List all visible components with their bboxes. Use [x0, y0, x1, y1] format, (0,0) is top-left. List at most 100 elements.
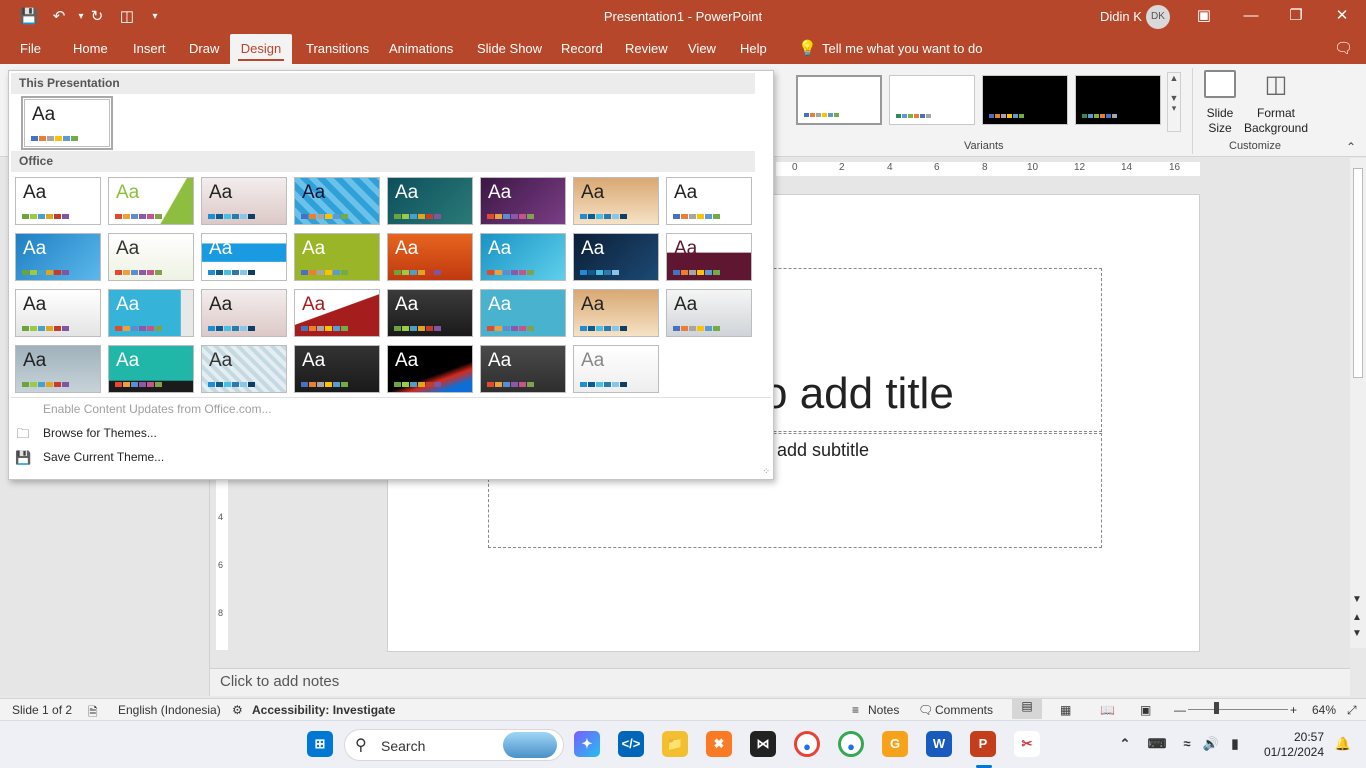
theme-thumbnail[interactable]: Aa	[294, 289, 380, 337]
theme-thumbnail[interactable]: Aa	[387, 177, 473, 225]
tab-animations[interactable]: Animations	[381, 34, 461, 64]
theme-thumbnail[interactable]: Aa	[108, 289, 194, 337]
notes-pane[interactable]: Click to add notes	[210, 668, 1350, 696]
theme-thumbnail[interactable]: Aa	[666, 233, 752, 281]
minimize-icon[interactable]: —	[1241, 6, 1261, 26]
notes-icon[interactable]: ≡	[852, 703, 859, 717]
vertical-scrollbar[interactable]: ▼ ▲ ▼	[1350, 158, 1366, 648]
system-clock[interactable]: 20:57 01/12/2024	[1252, 730, 1324, 760]
resize-grip-icon[interactable]: ⁘	[762, 466, 770, 477]
theme-thumbnail[interactable]: Aa	[108, 345, 194, 393]
notes-button[interactable]: Notes	[868, 703, 899, 717]
variants-scroll[interactable]: ▲ ▼ ▾	[1167, 72, 1181, 132]
tab-insert[interactable]: Insert	[125, 34, 174, 64]
word-icon[interactable]: W	[926, 731, 952, 757]
keyboard-icon[interactable]: ⌨	[1144, 731, 1170, 757]
theme-thumbnail[interactable]: Aa	[666, 177, 752, 225]
save-theme-menu-item[interactable]: Save Current Theme...	[43, 450, 164, 464]
variant-1[interactable]	[796, 75, 882, 125]
comments-icon[interactable]: 🗨	[1326, 34, 1361, 64]
zoom-in-icon[interactable]: +	[1290, 703, 1297, 717]
tab-draw[interactable]: Draw	[181, 34, 227, 64]
theme-thumbnail[interactable]: Aa	[294, 177, 380, 225]
theme-thumbnail[interactable]: Aa	[387, 289, 473, 337]
format-background-button[interactable]: Format Background	[1242, 106, 1310, 136]
tell-me-search[interactable]: Tell me what you want to do	[814, 34, 990, 64]
next-slide-icon[interactable]: ▼	[1352, 628, 1362, 639]
network-icon[interactable]: ≈	[1174, 731, 1200, 757]
fit-to-window-icon[interactable]: ⤢	[1347, 703, 1357, 718]
comments-button[interactable]: Comments	[935, 703, 993, 717]
ribbon-display-options-icon[interactable]: ▣	[1194, 6, 1214, 26]
reading-view-icon[interactable]: 📖	[1100, 703, 1115, 717]
theme-thumbnail[interactable]: Aa	[201, 289, 287, 337]
powerpoint-icon[interactable]: P	[970, 731, 996, 757]
scroll-down-icon[interactable]: ▼	[1352, 594, 1362, 605]
variant-4[interactable]	[1075, 75, 1161, 125]
volume-icon[interactable]: 🔊	[1198, 731, 1224, 757]
slide-size-button[interactable]: Slide Size	[1200, 106, 1240, 136]
slide-counter[interactable]: Slide 1 of 2	[12, 703, 72, 717]
variant-3[interactable]	[982, 75, 1068, 125]
language-indicator[interactable]: English (Indonesia)	[118, 703, 221, 717]
theme-thumbnail[interactable]: Aa	[108, 233, 194, 281]
zoom-out-icon[interactable]: —	[1174, 703, 1186, 717]
tab-help[interactable]: Help	[732, 34, 775, 64]
copilot-icon[interactable]: ✦	[574, 731, 600, 757]
file-explorer-icon[interactable]: 📁	[662, 731, 688, 757]
previous-slide-icon[interactable]: ▲	[1352, 612, 1362, 623]
slide-show-icon[interactable]: ▣	[1140, 703, 1151, 717]
theme-thumbnail[interactable]: Aa	[573, 233, 659, 281]
theme-thumbnail[interactable]: Aa	[666, 289, 752, 337]
tab-home[interactable]: Home	[65, 34, 116, 64]
theme-thumbnail[interactable]: Aa	[387, 233, 473, 281]
tab-review[interactable]: Review	[617, 34, 676, 64]
theme-thumbnail[interactable]: Aa	[573, 289, 659, 337]
taskbar-search[interactable]: ⚲ Search	[344, 729, 564, 761]
user-name[interactable]: Didin K	[1100, 9, 1142, 24]
theme-thumbnail[interactable]: Aa	[294, 233, 380, 281]
theme-thumbnail[interactable]: Aa	[15, 233, 101, 281]
start-icon[interactable]: ⊞	[307, 731, 333, 757]
zoom-slider-thumb[interactable]	[1214, 702, 1219, 714]
comments-status-icon[interactable]: 🗨	[918, 703, 933, 717]
theme-thumbnail[interactable]: Aa	[480, 177, 566, 225]
notification-icon[interactable]: 🔔	[1330, 731, 1356, 757]
zoom-level[interactable]: 64%	[1312, 703, 1336, 717]
browse-themes-menu-item[interactable]: Browse for Themes...	[43, 426, 157, 440]
theme-thumbnail[interactable]: Aa	[480, 233, 566, 281]
xampp-icon[interactable]: ✖	[706, 731, 732, 757]
theme-thumbnail[interactable]: Aa	[15, 289, 101, 337]
current-theme-thumbnail[interactable]: Aa	[21, 96, 113, 150]
accessibility-icon[interactable]: ⚙	[232, 703, 243, 717]
theme-thumbnail[interactable]: Aa	[480, 289, 566, 337]
theme-thumbnail[interactable]: Aa	[573, 177, 659, 225]
tab-file[interactable]: File	[12, 34, 49, 64]
scrollbar-thumb[interactable]	[1353, 168, 1363, 378]
theme-thumbnail[interactable]: Aa	[201, 233, 287, 281]
vscode-icon[interactable]: </>	[618, 731, 644, 757]
format-background-icon[interactable]: ◫	[1262, 70, 1290, 100]
tab-view[interactable]: View	[680, 34, 724, 64]
theme-thumbnail[interactable]: Aa	[294, 345, 380, 393]
tab-design[interactable]: Design	[230, 34, 292, 64]
tab-slide-show[interactable]: Slide Show	[469, 34, 550, 64]
theme-thumbnail[interactable]: Aa	[573, 345, 659, 393]
theme-thumbnail[interactable]: Aa	[387, 345, 473, 393]
close-icon[interactable]: ✕	[1332, 6, 1352, 26]
theme-thumbnail[interactable]: Aa	[108, 177, 194, 225]
tab-record[interactable]: Record	[553, 34, 611, 64]
tab-transitions[interactable]: Transitions	[298, 34, 377, 64]
theme-thumbnail[interactable]: Aa	[480, 345, 566, 393]
avatar[interactable]: DK	[1146, 5, 1170, 29]
capcut-icon[interactable]: ⋈	[750, 731, 776, 757]
variant-2[interactable]	[889, 75, 975, 125]
theme-thumbnail[interactable]: Aa	[201, 177, 287, 225]
show-hidden-icons[interactable]: ⌃	[1112, 731, 1138, 757]
battery-icon[interactable]: ▮	[1222, 731, 1248, 757]
pdf-tool-icon[interactable]: G	[882, 731, 908, 757]
snipping-tool-icon[interactable]: ✂	[1014, 731, 1040, 757]
collapse-ribbon-icon[interactable]: ⌃	[1346, 140, 1356, 154]
accessibility-status[interactable]: Accessibility: Investigate	[252, 703, 395, 717]
slide-size-icon[interactable]	[1204, 70, 1236, 98]
